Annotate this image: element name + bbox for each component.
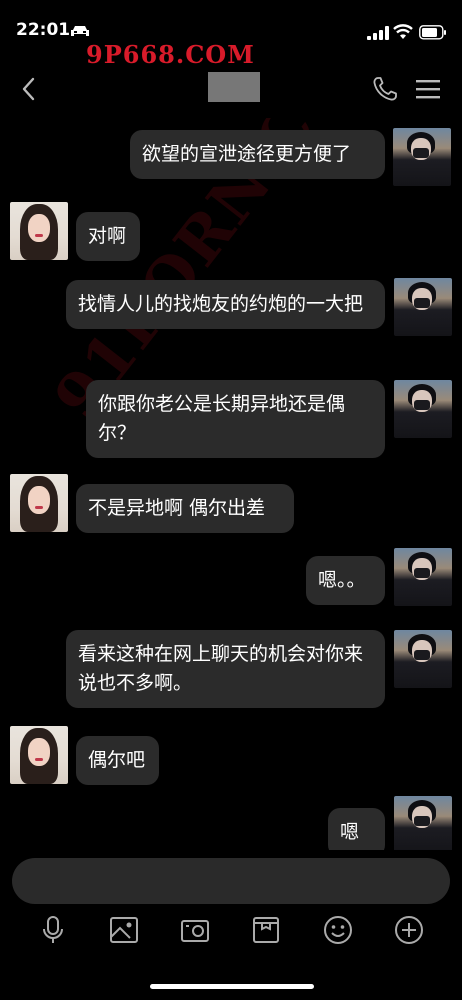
avatar-contact[interactable] bbox=[10, 202, 68, 260]
input-toolbar bbox=[0, 910, 462, 950]
contact-name-redacted bbox=[208, 72, 260, 102]
message-bubble-sent[interactable]: 嗯。。 bbox=[306, 556, 385, 605]
status-time: 22:01 bbox=[16, 20, 71, 40]
plus-icon[interactable] bbox=[393, 914, 425, 946]
gift-icon[interactable] bbox=[250, 914, 282, 946]
avatar-me[interactable] bbox=[394, 796, 452, 850]
camera-icon[interactable] bbox=[179, 914, 211, 946]
battery-icon bbox=[419, 25, 446, 40]
avatar-me[interactable] bbox=[394, 630, 452, 688]
microphone-icon[interactable] bbox=[37, 914, 69, 946]
car-icon bbox=[71, 26, 89, 36]
chevron-left-icon[interactable] bbox=[18, 76, 40, 102]
signal-icon bbox=[367, 26, 389, 40]
home-indicator[interactable] bbox=[150, 984, 314, 989]
avatar-me[interactable] bbox=[394, 380, 452, 438]
message-bubble-received[interactable]: 对啊 bbox=[76, 212, 140, 261]
message-bubble-sent[interactable]: 看来这种在网上聊天的机会对你来说也不多啊。 bbox=[66, 630, 385, 708]
image-icon[interactable] bbox=[108, 914, 140, 946]
phone-icon[interactable] bbox=[372, 76, 398, 102]
message-bubble-received[interactable]: 不是异地啊 偶尔出差 bbox=[76, 484, 294, 533]
avatar-me[interactable] bbox=[394, 278, 452, 336]
avatar-me[interactable] bbox=[394, 548, 452, 606]
status-bar: 22:01 9P668.COM bbox=[0, 0, 462, 69]
avatar-contact[interactable] bbox=[10, 726, 68, 784]
message-bubble-sent[interactable]: 找情人儿的找炮友的约炮的一大把 bbox=[66, 280, 385, 329]
avatar-me[interactable] bbox=[393, 128, 451, 186]
chat-header bbox=[0, 60, 462, 116]
message-input[interactable] bbox=[12, 858, 450, 904]
wifi-icon bbox=[393, 24, 413, 39]
avatar-contact[interactable] bbox=[10, 474, 68, 532]
menu-icon[interactable] bbox=[416, 78, 440, 100]
message-list[interactable]: 91PORN.COM 欲望的宣泄途径更方便了 对啊 找情人儿的找炮友的约炮的一大… bbox=[0, 118, 462, 850]
message-bubble-sent[interactable]: 欲望的宣泄途径更方便了 bbox=[130, 130, 385, 179]
message-bubble-sent[interactable]: 嗯 bbox=[328, 808, 385, 850]
message-bubble-sent[interactable]: 你跟你老公是长期异地还是偶尔？ bbox=[86, 380, 385, 458]
message-bubble-received[interactable]: 偶尔吧 bbox=[76, 736, 159, 785]
emoji-icon[interactable] bbox=[322, 914, 354, 946]
